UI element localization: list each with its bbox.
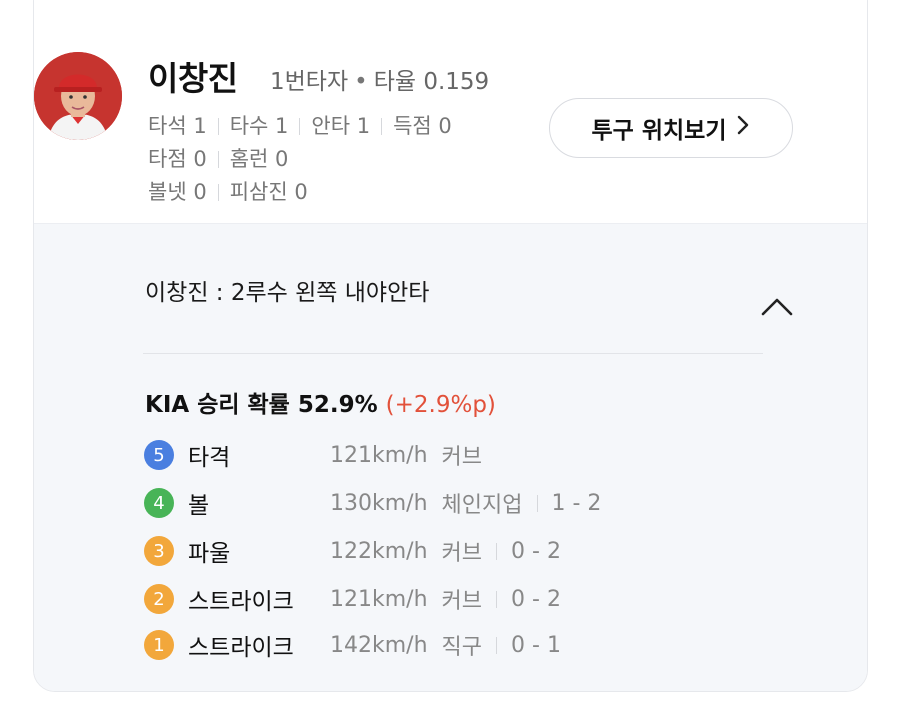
stat-hits: 안타 1 [311,114,371,138]
batting-average: 타율 0.159 [373,69,490,95]
meta-dot: • [354,69,368,95]
player-stats: 타석 1 타수 1 안타 1 득점 0 타점 0 홈런 0 볼넷 0 피삼진 0 [148,110,452,209]
win-probability: KIA 승리 확률 52.9% (+2.9%p) [145,385,496,419]
stat-home-runs: 홈런 0 [229,147,289,171]
chevron-up-icon[interactable] [757,292,797,322]
player-name: 이창진 [148,59,238,98]
play-title: 이창진 : 2루수 왼쪽 내야안타 [145,280,430,306]
stat-strikeouts: 피삼진 0 [229,180,308,204]
pitch-number-badge: 4 [144,488,174,518]
pitch-row: 3 파울 122km/h 커브 0 - 2 [144,531,561,571]
pitch-result: 타격 [188,445,231,471]
stats-row-2: 타점 0 홈런 0 [148,143,452,176]
pitch-detail: 121km/h 커브 [330,439,482,471]
stat-walks: 볼넷 0 [148,180,207,204]
player-avatar [34,52,122,140]
pitch-detail: 142km/h 직구 0 - 1 [330,629,561,661]
stats-row-3: 볼넷 0 피삼진 0 [148,176,452,209]
pitch-type: 체인지업 [441,493,523,518]
stat-runs: 득점 0 [393,114,452,138]
pitch-type: 직구 [441,635,483,660]
pitch-result: 파울 [188,541,231,567]
pitch-detail: 122km/h 커브 0 - 2 [330,535,561,567]
pitch-row: 5 타격 121km/h 커브 [144,435,482,475]
pitch-speed: 121km/h [330,442,428,468]
pitch-count: 0 - 2 [511,538,561,564]
pitch-speed: 121km/h [330,586,428,612]
stat-rbi: 타점 0 [148,147,207,171]
chevron-right-icon [736,114,750,142]
stat-plate-appearances: 타석 1 [148,114,207,138]
pitch-speed: 122km/h [330,538,428,564]
win-probability-delta: (+2.9%p) [385,392,496,418]
pitch-number-badge: 3 [144,536,174,566]
pitch-result: 볼 [188,493,210,519]
stat-at-bats: 타수 1 [229,114,289,138]
pitch-number-badge: 2 [144,584,174,614]
pitch-type: 커브 [441,589,483,614]
pitch-number-badge: 5 [144,440,174,470]
win-probability-value: KIA 승리 확률 52.9% [145,392,378,418]
pitch-detail: 121km/h 커브 0 - 2 [330,583,561,615]
batting-order: 1번타자 [270,69,349,95]
pitch-location-label: 투구 위치보기 [591,118,727,144]
pitch-speed: 130km/h [330,490,428,516]
divider [143,353,763,354]
pitch-type: 커브 [441,541,483,566]
pitch-row: 4 볼 130km/h 체인지업 1 - 2 [144,483,601,523]
pitch-result: 스트라이크 [188,589,294,615]
pitch-speed: 142km/h [330,632,428,658]
pitch-type: 커브 [441,445,483,470]
pitch-location-button[interactable]: 투구 위치보기 [549,98,793,158]
pitch-count: 0 - 2 [511,586,561,612]
player-meta: 1번타자 • 타율 0.159 [270,62,489,96]
pitch-detail: 130km/h 체인지업 1 - 2 [330,487,601,519]
pitch-number-badge: 1 [144,630,174,660]
pitch-count: 1 - 2 [551,490,602,516]
pitch-row: 1 스트라이크 142km/h 직구 0 - 1 [144,625,561,665]
pitch-count: 0 - 1 [511,632,561,658]
stats-row-1: 타석 1 타수 1 안타 1 득점 0 [148,110,452,143]
pitch-row: 2 스트라이크 121km/h 커브 0 - 2 [144,579,561,619]
pitch-result: 스트라이크 [188,635,294,661]
